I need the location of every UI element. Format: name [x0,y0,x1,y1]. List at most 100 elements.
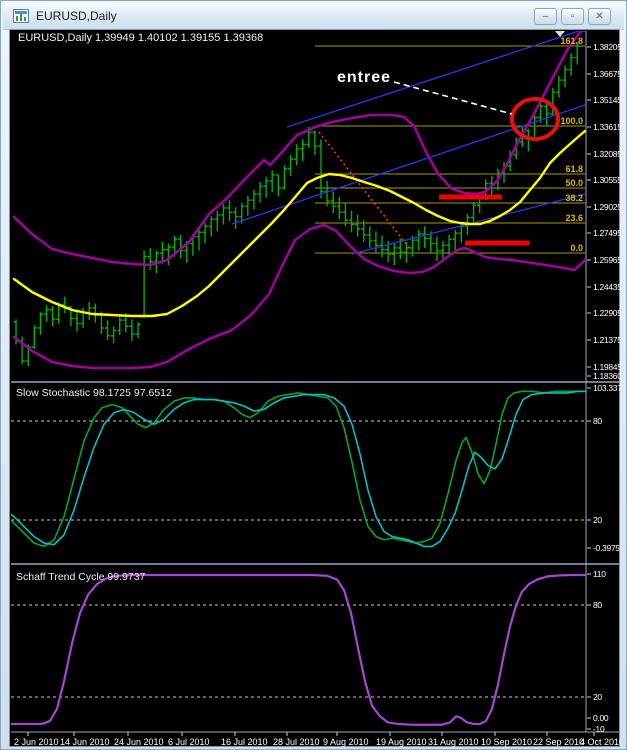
candle [470,201,477,223]
candle [233,207,239,229]
price-tick-label: 1.35145 [593,95,621,105]
trendline-mid-channel[interactable] [231,104,586,225]
fib-level-label: 100.0 [560,116,583,126]
candle [263,176,269,198]
main-chart-panel[interactable]: entree [12,30,586,370]
schaff-line [11,573,586,726]
candle [165,243,172,266]
candle [104,320,111,341]
date-axis[interactable]: 2 Jun 2010 14 Jun 2010 24 Jun 2010 6 Jul 20… [14,732,621,747]
candle [257,181,263,203]
candle [86,301,92,321]
chart-client-area[interactable]: entree EURUSD,Daily 1.39949 1.40102 1.391… [9,29,621,748]
candle [135,321,141,339]
candle [50,306,56,327]
bollinger-lower-band[interactable] [12,223,586,370]
candle [330,191,336,214]
candle [62,296,68,314]
window-title: EURUSD,Daily [36,9,117,23]
candle [312,130,318,155]
fib-level-label: 0.0 [570,243,583,253]
price-tick-label: 1.32085 [593,149,621,159]
candle [281,165,287,190]
entry-label: entree [337,69,391,86]
candle [294,144,300,166]
close-button[interactable]: ✕ [588,8,611,25]
price-tick-label: 1.25965 [593,255,621,265]
fib-level-label: 161.8 [560,36,583,46]
schaff-label: Schaff Trend Cycle 99.9737 [16,571,146,583]
candle [31,325,37,349]
price-tick-label: 1.29025 [593,202,621,212]
candle [251,189,257,210]
date-tick-label: 28 Jul 2010 [273,737,320,747]
candle [403,241,409,263]
schaff-tick-label: 0.00 [593,713,609,723]
candle [226,200,233,221]
fib-level-label: 61.8 [565,164,583,174]
price-tick-label: 1.30555 [593,175,621,185]
date-tick-label: 16 Jul 2010 [221,737,268,747]
candle [202,222,208,244]
title-bar[interactable]: EURUSD,Daily – ▫ ✕ [3,3,624,30]
ohlc-header: EURUSD,Daily 1.39949 1.40102 1.39155 1.3… [18,32,263,44]
candle [336,196,342,220]
price-tick-label: 1.38205 [593,42,621,52]
schaff-tick-label: 80 [593,600,602,610]
chart-canvas[interactable]: entree EURUSD,Daily 1.39949 1.40102 1.391… [10,30,621,748]
bollinger-upper-band[interactable] [12,30,585,267]
candle [287,154,294,176]
price-tick-label: 1.21375 [593,335,621,345]
schaff-tick-label: 20 [593,692,602,702]
candle [269,170,275,193]
date-tick-label: 24 Jun 2010 [114,737,164,747]
date-tick-label: 19 Aug 2010 [376,737,427,747]
date-tick-label: 31 Aug 2010 [428,737,479,747]
restore-button[interactable]: ▫ [561,8,584,25]
candle [373,231,379,253]
candle [422,226,428,248]
schaff-tick-label: 110 [593,569,606,579]
candle [324,181,330,207]
fib-level-label: 23.6 [565,213,583,223]
candle [391,243,397,266]
price-tick-label: 1.22905 [593,308,621,318]
schaff-tick-label: -10 [593,724,605,734]
candle [367,226,373,248]
minimize-button[interactable]: – [534,8,557,25]
date-tick-label: 6 Jul 2010 [168,737,210,747]
date-tick-label: 4 Oct 2010 [580,737,621,747]
candle [74,309,80,332]
entry-arrow-line[interactable] [393,81,513,115]
stochastic-tick-label: 103.3374 [593,383,621,393]
stochastic-tick-label: 80 [593,416,602,426]
candle [220,203,226,225]
candle [141,250,147,318]
date-tick-label: 10 Sep 2010 [481,737,532,747]
price-tick-label: 1.36675 [593,69,621,79]
candle [111,326,117,344]
fib-level-label: 38.2 [565,193,583,203]
price-tick-label: 1.24435 [593,282,621,292]
date-tick-label: 9 Aug 2010 [323,737,369,747]
candle [208,215,214,237]
candle [416,229,422,251]
stochastic-tick-label: 20 [593,515,602,525]
candle [117,315,123,335]
candle [275,174,281,197]
chart-window: EURUSD,Daily – ▫ ✕ entree EURUSD,Daily 1.… [0,0,627,750]
stochastic-label: Slow Stochastic 98.1725 97.6512 [16,387,172,399]
candle [318,139,324,199]
schaff-panel[interactable] [10,573,586,726]
price-axis[interactable]: 1.38205 1.36675 1.35145 1.33615 1.32085 1.305… [587,42,621,381]
date-tick-label: 14 Jun 2010 [60,737,110,747]
candle [43,305,50,322]
stochastic-panel[interactable] [10,390,586,548]
chart-icon [13,9,29,23]
date-tick-label: 22 Sep 2010 [533,737,584,747]
candle [300,139,306,161]
date-tick-label: 2 Jun 2010 [14,737,59,747]
price-tick-label: 1.18360 [593,371,621,381]
candle [568,53,574,76]
candle [562,65,568,88]
